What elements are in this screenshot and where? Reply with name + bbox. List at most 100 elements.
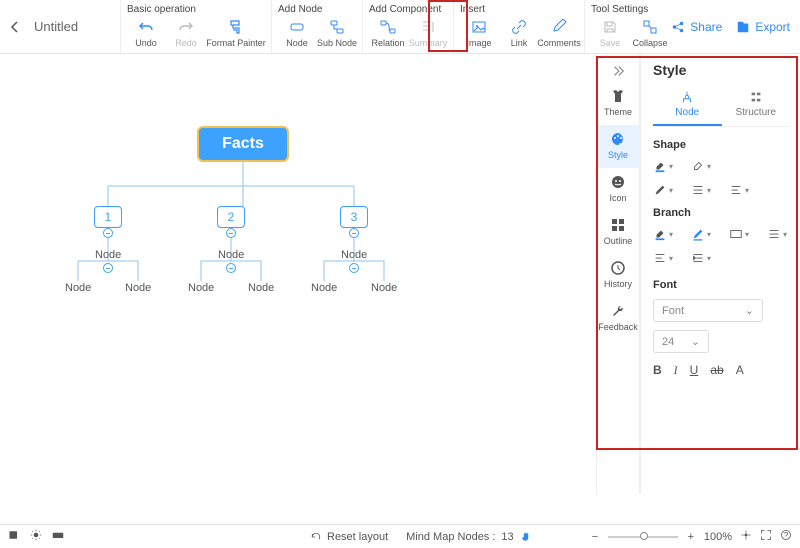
group-basic: Basic operation Undo Redo Format Painter xyxy=(120,0,271,53)
rail-icon[interactable]: Icon xyxy=(597,168,639,211)
font-color-button[interactable]: A xyxy=(736,363,744,378)
mindmap-node-count: Mind Map Nodes : 13 xyxy=(406,531,532,543)
leaf-node[interactable]: Node xyxy=(371,282,397,294)
zoom-level: 100% xyxy=(704,531,732,543)
collapse-toggle[interactable] xyxy=(103,263,113,273)
insert-image-button[interactable]: Image xyxy=(460,17,498,51)
fill-color-picker[interactable]: ▾ xyxy=(653,159,673,173)
mindmap: Facts 1 2 3 Node Node Node Node Node Nod… xyxy=(32,126,462,376)
relation-button[interactable]: Relation xyxy=(369,17,407,51)
collapse-toggle[interactable] xyxy=(226,228,236,238)
export-button[interactable]: Export xyxy=(736,20,790,34)
chevron-left-icon xyxy=(7,19,23,35)
view-keyboard-button[interactable] xyxy=(52,529,64,544)
structure-tab-icon xyxy=(749,90,763,104)
summary-button[interactable]: Summary xyxy=(409,17,447,51)
collapse-toggle[interactable] xyxy=(349,228,359,238)
save-button[interactable]: Save xyxy=(591,17,629,51)
tab-node[interactable]: Node xyxy=(653,86,722,126)
format-painter-button[interactable]: Format Painter xyxy=(207,17,265,51)
wrench-icon xyxy=(610,303,626,319)
italic-button[interactable]: I xyxy=(674,363,678,378)
branch-color-picker[interactable]: ▾ xyxy=(653,227,673,241)
fit-button[interactable] xyxy=(740,529,752,544)
add-subnode-button[interactable]: Sub Node xyxy=(318,17,356,51)
branch-indent-picker[interactable]: ▾ xyxy=(691,251,711,265)
strike-button[interactable]: ab xyxy=(710,363,723,378)
node-1[interactable]: 1 xyxy=(94,206,122,228)
zoom-slider[interactable] xyxy=(608,536,678,538)
add-node-button[interactable]: Node xyxy=(278,17,316,51)
branch-lines-picker[interactable]: ▾ xyxy=(767,227,787,241)
font-family-select[interactable]: Font⌄ xyxy=(653,299,763,322)
zoom-out-button[interactable]: − xyxy=(590,531,600,543)
leaf-node[interactable]: Node xyxy=(311,282,337,294)
leaf-node[interactable]: Node xyxy=(125,282,151,294)
rail-style[interactable]: Style xyxy=(597,125,639,168)
rail-history[interactable]: History xyxy=(597,254,639,297)
branch-align-picker[interactable]: ▾ xyxy=(653,251,673,265)
collapse-panel-button[interactable] xyxy=(597,60,639,82)
root-node[interactable]: Facts xyxy=(197,126,289,162)
lines2-icon xyxy=(653,251,667,265)
collapse-toggle[interactable] xyxy=(226,263,236,273)
view-pages-button[interactable] xyxy=(8,529,20,544)
font-size-select[interactable]: 24⌄ xyxy=(653,330,709,353)
hand-icon[interactable] xyxy=(520,531,532,543)
node-label[interactable]: Node xyxy=(218,249,244,261)
leaf-node[interactable]: Node xyxy=(248,282,274,294)
pencil-icon xyxy=(691,227,705,241)
node-label[interactable]: Node xyxy=(341,249,367,261)
subnode-icon xyxy=(329,19,345,35)
branch-style-picker[interactable]: ▾ xyxy=(691,227,711,241)
image-icon xyxy=(471,19,487,35)
leaf-node[interactable]: Node xyxy=(188,282,214,294)
document-title[interactable]: Untitled xyxy=(30,0,120,53)
help-button[interactable] xyxy=(780,529,792,544)
insert-link-button[interactable]: Link xyxy=(500,17,538,51)
tab-structure[interactable]: Structure xyxy=(722,86,791,126)
shape-picker[interactable]: ▾ xyxy=(691,159,711,173)
collapse-icon xyxy=(642,19,658,35)
rail-feedback[interactable]: Feedback xyxy=(597,297,639,340)
reset-layout-button[interactable]: Reset layout xyxy=(310,531,388,543)
align-picker[interactable]: ▾ xyxy=(691,183,711,197)
branch-box-picker[interactable]: ▾ xyxy=(729,227,749,241)
question-icon xyxy=(780,529,792,541)
node-2[interactable]: 2 xyxy=(217,206,245,228)
insert-comments-button[interactable]: Comments xyxy=(540,17,578,51)
fill-icon xyxy=(653,159,667,173)
view-sun-button[interactable] xyxy=(30,529,42,544)
collapse-toggle[interactable] xyxy=(349,263,359,273)
group-insert-label: Insert xyxy=(460,4,578,15)
style-panel: Style Node Structure Shape ▾ ▾ ▾ ▾ ▾ Bra… xyxy=(640,54,800,494)
share-button[interactable]: Share xyxy=(671,20,722,34)
history-icon xyxy=(610,260,626,276)
rail-outline[interactable]: Outline xyxy=(597,211,639,254)
rail-theme[interactable]: Theme xyxy=(597,82,639,125)
fullscreen-button[interactable] xyxy=(760,529,772,544)
border-style-picker[interactable]: ▾ xyxy=(653,183,673,197)
undo-button[interactable]: Undo xyxy=(127,17,165,51)
bold-button[interactable]: B xyxy=(653,363,662,378)
redo-button[interactable]: Redo xyxy=(167,17,205,51)
lines-icon xyxy=(767,227,781,241)
collapse-toggle[interactable] xyxy=(103,228,113,238)
format-painter-icon xyxy=(228,19,244,35)
group-add-component: Add Component Relation Summary xyxy=(362,0,453,53)
leaf-node[interactable]: Node xyxy=(65,282,91,294)
node-label[interactable]: Node xyxy=(95,249,121,261)
link-icon xyxy=(511,19,527,35)
comment-icon xyxy=(551,19,567,35)
toolbar-groups: Basic operation Undo Redo Format Painter… xyxy=(120,0,675,53)
node-3[interactable]: 3 xyxy=(340,206,368,228)
zoom-in-button[interactable]: + xyxy=(686,531,696,543)
underline-button[interactable]: U xyxy=(690,363,699,378)
lines2-icon xyxy=(729,183,743,197)
spacing-picker[interactable]: ▾ xyxy=(729,183,749,197)
relation-icon xyxy=(380,19,396,35)
collapse-button[interactable]: Collapse xyxy=(631,17,669,51)
fill-icon xyxy=(653,227,667,241)
back-button[interactable] xyxy=(0,0,30,53)
panel-title: Style xyxy=(653,62,790,78)
